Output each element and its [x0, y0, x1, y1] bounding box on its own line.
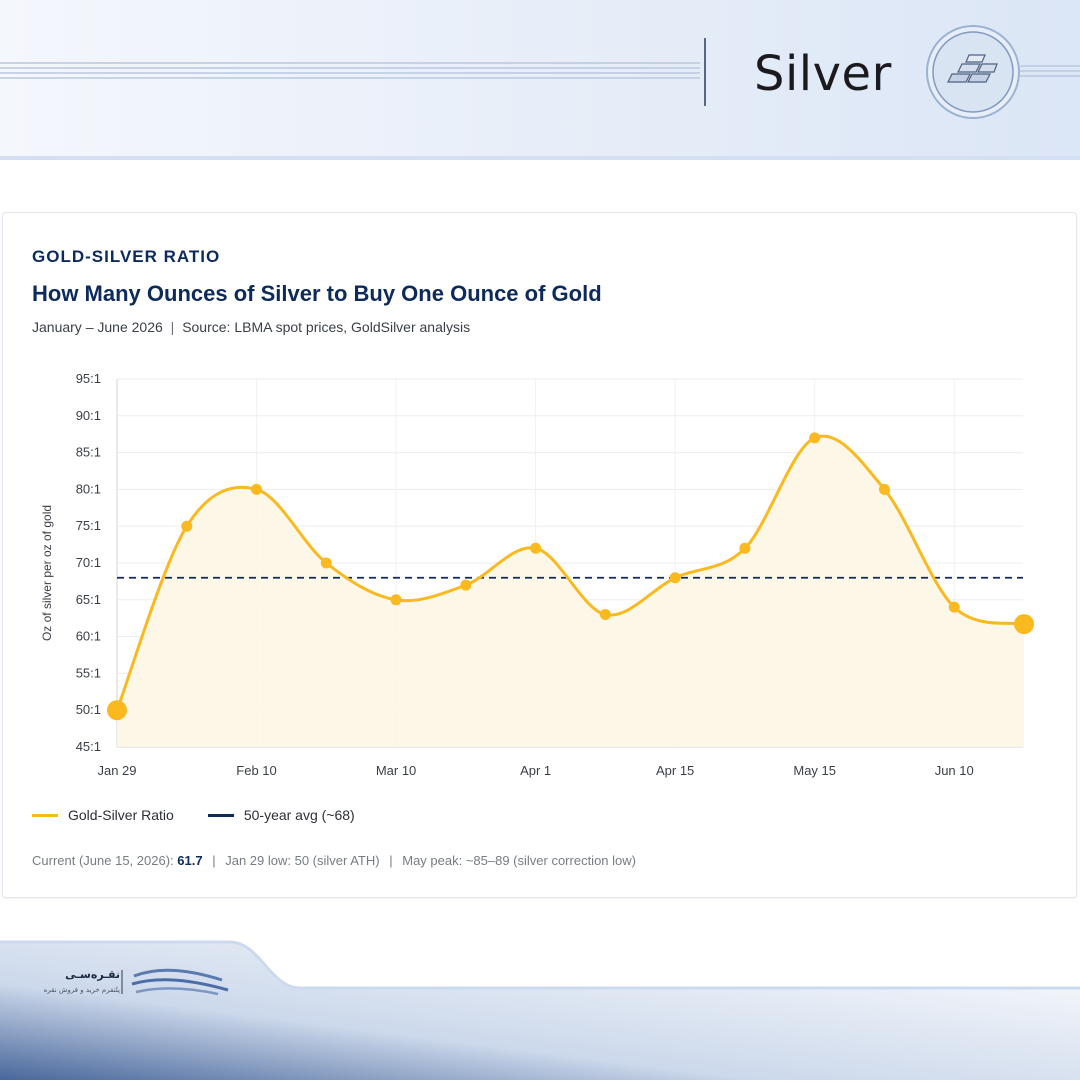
y-tick-label: 65:1: [76, 592, 101, 607]
y-tick-label: 80:1: [76, 481, 101, 496]
ratio-line-chart: 45:1 50:1 55:1 60:1 65:1 70:1 75:1 80:1 85:1 90:1…: [40, 371, 1034, 778]
y-tick-label: 85:1: [76, 445, 101, 460]
x-tick-label: Apr 1: [520, 763, 551, 778]
footnote-low: Jan 29 low: 50 (silver ATH): [225, 853, 380, 868]
chart-eyebrow: GOLD-SILVER RATIO: [32, 247, 221, 266]
chart-legend: Gold-Silver Ratio 50-year avg (~68): [32, 807, 389, 823]
series-area: [117, 436, 1024, 747]
chart-area: [117, 436, 1024, 747]
legend-item-avg: 50-year avg (~68): [207, 807, 355, 823]
chart-subtitle: January – June 2026 | Source: LBMA spot …: [32, 319, 470, 335]
data-point: [460, 579, 472, 591]
footer-banner: نقـره‌سـی پلتفرم خرید و فروش نقره: [0, 936, 1080, 1080]
y-tick-label: 75:1: [76, 518, 101, 533]
y-tick-label: 95:1: [76, 371, 101, 386]
y-tick-label: 60:1: [76, 629, 101, 644]
page-title: Silver: [754, 46, 892, 102]
footnote-peak: May peak: ~85–89 (silver correction low): [402, 853, 636, 868]
data-point: [739, 542, 751, 554]
chart-card: GOLD-SILVER RATIO How Many Ounces of Sil…: [2, 212, 1077, 898]
footer-decoration: [0, 940, 1080, 1080]
y-tick-label: 55:1: [76, 665, 101, 680]
chart-y-ticks: 45:1 50:1 55:1 60:1 65:1 70:1 75:1 80:1 85:1 90:1…: [76, 371, 101, 754]
legend-swatch-ratio: [32, 813, 58, 817]
y-tick-label: 90:1: [76, 408, 101, 423]
y-axis-label: Oz of silver per oz of gold: [40, 505, 54, 641]
data-point: [599, 609, 611, 621]
data-point: [809, 432, 821, 444]
data-point: [878, 483, 890, 495]
x-tick-label: Apr 15: [656, 763, 694, 778]
data-point: [251, 483, 263, 495]
subtitle-period: January – June 2026: [32, 319, 163, 335]
y-tick-label: 50:1: [76, 702, 101, 717]
x-tick-label: May 15: [793, 763, 836, 778]
data-point: [669, 572, 681, 584]
data-point: [948, 601, 960, 613]
data-point: [107, 700, 127, 721]
data-point: [320, 557, 332, 569]
data-point: [1014, 614, 1034, 635]
data-point: [530, 542, 542, 554]
chart-x-ticks: Jan 29 Feb 10 Mar 10 Apr 1 Apr 15 May 15 Jun 1…: [97, 763, 973, 778]
legend-label-ratio: Gold-Silver Ratio: [68, 807, 174, 823]
x-tick-label: Jun 10: [935, 763, 974, 778]
x-tick-label: Jan 29: [97, 763, 136, 778]
header-banner: Silver: [0, 0, 1080, 160]
legend-label-avg: 50-year avg (~68): [243, 807, 355, 823]
brand-tagline: پلتفرم خرید و فروش نقره: [43, 986, 120, 994]
data-point: [390, 594, 402, 606]
footnote-current-label: Current (June 15, 2026):: [32, 853, 174, 868]
legend-item-ratio: Gold-Silver Ratio: [32, 807, 174, 823]
footnote-separator-2: |: [389, 853, 393, 868]
y-tick-label: 45:1: [76, 739, 101, 754]
legend-swatch-avg: [207, 813, 234, 817]
x-tick-label: Feb 10: [236, 763, 276, 778]
brand-name: نقـره‌سـی: [65, 968, 120, 981]
x-tick-label: Mar 10: [376, 763, 416, 778]
silver-bars-icon: [926, 25, 1020, 119]
footnote-separator-1: |: [212, 853, 216, 868]
y-tick-label: 70:1: [76, 555, 101, 570]
chart-footnote: Current (June 15, 2026): 61.7 | Jan 29 l…: [32, 853, 636, 868]
chart-title: How Many Ounces of Silver to Buy One Oun…: [32, 281, 602, 306]
subtitle-source: Source: LBMA spot prices, GoldSilver ana…: [182, 319, 471, 335]
footnote-current-value: 61.7: [177, 853, 203, 868]
header-decoration: [0, 25, 1080, 119]
subtitle-separator: |: [170, 319, 175, 335]
data-point: [181, 520, 193, 532]
